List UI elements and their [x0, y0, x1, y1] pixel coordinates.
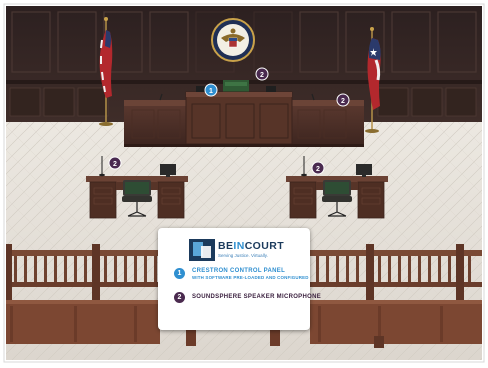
- marker-number: 1: [209, 88, 213, 95]
- legend-item-crestron: 1 CRESTRON CONTROL PANEL WITH SOFTWARE P…: [174, 268, 309, 280]
- brand-tagline: Serving Justice. Virtually.: [218, 253, 268, 258]
- brand-name: BEINCOURT: [218, 240, 285, 252]
- legend-number-badge: 1: [174, 268, 185, 279]
- marker-number: 2: [341, 98, 345, 105]
- speaker-mic-marker-left-table[interactable]: 2: [108, 156, 122, 170]
- speaker-mic-marker-bench-center[interactable]: 2: [255, 67, 269, 81]
- marker-number: 2: [113, 161, 117, 168]
- speaker-mic-marker-bench-right[interactable]: 2: [336, 93, 350, 107]
- speaker-mic-marker-right-table[interactable]: 2: [311, 161, 325, 175]
- courtroom-illustration: 1 2 2 2 2 BEINCOURT Serving Justice. Vir…: [0, 0, 488, 368]
- legend-item-subtitle: WITH SOFTWARE PRE-LOADED AND CONFIGURED: [192, 274, 309, 280]
- legend-item-title: SOUNDSPHERE SPEAKER MICROPHONE: [192, 294, 322, 300]
- legend-number-badge: 2: [174, 292, 185, 303]
- legend-card: BEINCOURT Serving Justice. Virtually. 1 …: [158, 228, 321, 330]
- beincourt-logo-icon: [189, 239, 215, 261]
- state-seal: [211, 18, 255, 62]
- legend-item-title: CRESTRON CONTROL PANEL: [192, 268, 286, 274]
- legend-item-soundsphere: 2 SOUNDSPHERE SPEAKER MICROPHONE: [174, 292, 321, 303]
- marker-number: 2: [316, 166, 320, 173]
- crestron-panel-marker[interactable]: 1: [204, 83, 218, 97]
- marker-number: 2: [260, 72, 264, 79]
